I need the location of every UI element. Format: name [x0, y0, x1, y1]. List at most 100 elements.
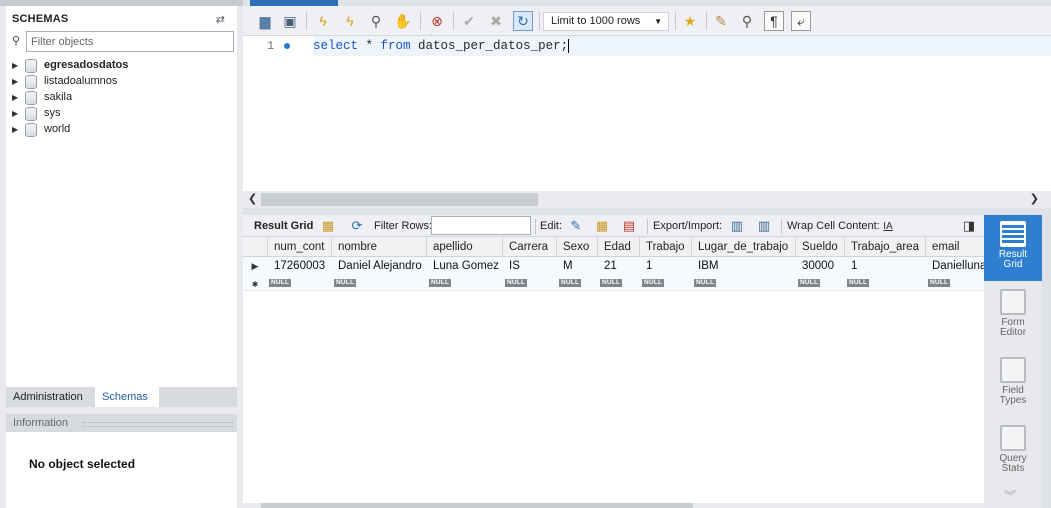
grid-cell[interactable]: 21	[598, 257, 640, 278]
null-badge[interactable]: NULL	[559, 279, 582, 287]
null-badge[interactable]: NULL	[429, 279, 452, 287]
expand-arrow-icon[interactable]: ▶	[12, 77, 22, 86]
schema-item-egresadosdatos[interactable]: ▶ egresadosdatos	[12, 57, 128, 73]
null-badge[interactable]: NULL	[334, 279, 357, 287]
wrap-lines-icon[interactable]: ⤶	[791, 11, 811, 31]
column-header[interactable]: Edad	[598, 237, 640, 257]
editor-horizontal-scrollbar[interactable]: ❮ ❯	[243, 191, 1051, 208]
import-icon[interactable]: ▥	[755, 217, 773, 235]
expand-arrow-icon[interactable]: ▶	[12, 93, 22, 102]
expand-arrow-icon[interactable]: ▶	[12, 109, 22, 118]
column-header[interactable]: nombre	[332, 237, 427, 257]
filter-rows-input[interactable]	[431, 216, 531, 235]
null-badge[interactable]: NULL	[269, 279, 292, 287]
null-badge[interactable]: NULL	[600, 279, 623, 287]
query-stats-button-label: Query Stats	[999, 453, 1027, 474]
schema-item-listadoalumnos[interactable]: ▶ listadoalumnos	[12, 73, 117, 89]
wrap-cell-icon[interactable]: IA	[879, 217, 897, 235]
rollback-icon[interactable]: ✖	[486, 11, 506, 31]
explain-magnifier-icon[interactable]: ⚲	[366, 11, 386, 31]
scroll-right-icon[interactable]: ❯	[1030, 192, 1039, 205]
export-icon[interactable]: ▥	[728, 217, 746, 235]
refresh-icon[interactable]: ⇄	[216, 13, 225, 26]
add-snippet-star-icon[interactable]: ★	[680, 11, 700, 31]
column-header[interactable]: Trabajo	[640, 237, 692, 257]
code-line[interactable]: select * from datos_per_datos_per;	[313, 36, 1051, 56]
column-header[interactable]: Sueldo	[796, 237, 845, 257]
grid-cell[interactable]: Daniel Alejandro	[332, 257, 427, 278]
open-folder-icon[interactable]: ▆	[255, 11, 275, 31]
grid-cell[interactable]: M	[557, 257, 598, 278]
column-header[interactable]: Trabajo_area	[845, 237, 926, 257]
grid-cell[interactable]: 1	[640, 257, 692, 278]
null-badge[interactable]: NULL	[642, 279, 665, 287]
sql-editor[interactable]: 1 select * from datos_per_datos_per;	[243, 36, 1051, 191]
navigator-tabs: Administration Schemas	[6, 387, 237, 407]
grid-cell[interactable]: 17260003	[268, 257, 332, 278]
query-stats-button[interactable]: Query Stats	[984, 419, 1042, 485]
beautify-broom-icon[interactable]: ✎	[711, 11, 731, 31]
tab-schemas[interactable]: Schemas	[95, 387, 159, 407]
column-header[interactable]: Lugar_de_trabajo	[692, 237, 796, 257]
find-icon[interactable]: ⚲	[737, 11, 757, 31]
result-grid: num_cont nombre apellido Carrera Sexo Ed…	[243, 237, 984, 508]
column-header[interactable]: Carrera	[503, 237, 557, 257]
grid-cell[interactable]: Luna Gomez	[427, 257, 503, 278]
autocommit-icon[interactable]: ↻	[513, 11, 533, 31]
scrollbar-thumb[interactable]	[261, 193, 538, 206]
grid-cell[interactable]: 30000	[796, 257, 845, 278]
field-types-icon	[1000, 357, 1026, 383]
form-editor-button[interactable]: Form Editor	[984, 283, 1042, 349]
schema-item-sakila[interactable]: ▶ sakila	[12, 89, 72, 105]
toggle-panel-icon[interactable]: ◨	[960, 217, 978, 235]
column-header[interactable]: num_cont	[268, 237, 332, 257]
splitter[interactable]	[243, 208, 1051, 215]
grid-cell[interactable]: IS	[503, 257, 557, 278]
grid-horizontal-scrollbar[interactable]	[243, 503, 984, 508]
null-badge[interactable]: NULL	[505, 279, 528, 287]
stop-icon[interactable]: ✋	[393, 11, 413, 31]
current-row-icon: ▶	[251, 261, 259, 271]
database-icon	[24, 59, 38, 73]
invisible-chars-icon[interactable]: ¶	[764, 11, 784, 31]
column-header[interactable]: email	[926, 237, 984, 257]
chevron-down-icon[interactable]: ︾	[1004, 487, 1016, 504]
save-icon[interactable]: ▣	[280, 11, 300, 31]
schemas-title: SCHEMAS	[12, 13, 69, 25]
refresh-icon[interactable]: ⟳	[348, 217, 366, 235]
null-badge[interactable]: NULL	[694, 279, 717, 287]
scroll-left-icon[interactable]: ❮	[248, 192, 257, 205]
grid-cell[interactable]: Daniellunag	[926, 257, 984, 278]
schema-item-world[interactable]: ▶ world	[12, 121, 70, 137]
expand-arrow-icon[interactable]: ▶	[12, 61, 22, 70]
filter-objects-input[interactable]	[26, 31, 234, 52]
null-badge[interactable]: NULL	[928, 279, 951, 287]
schema-item-sys[interactable]: ▶ sys	[12, 105, 61, 121]
null-badge[interactable]: NULL	[847, 279, 870, 287]
execute-lightning-icon[interactable]: ϟ	[313, 11, 333, 31]
new-row[interactable]: ✱ NULL NULL NULL NULL NULL NULL NULL NUL…	[243, 278, 984, 291]
field-types-button[interactable]: Field Types	[984, 351, 1042, 417]
statement-marker-icon	[284, 43, 290, 49]
schema-label: sys	[44, 107, 61, 119]
commit-icon[interactable]: ✔	[459, 11, 479, 31]
scrollbar-thumb[interactable]	[261, 503, 693, 508]
result-grid-icon	[1000, 221, 1026, 247]
grid-cell[interactable]: IBM	[692, 257, 796, 278]
column-header[interactable]: apellido	[427, 237, 503, 257]
grid-cell[interactable]: 1	[845, 257, 926, 278]
column-header[interactable]: Sexo	[557, 237, 598, 257]
information-title: Information	[13, 417, 69, 429]
delete-row-icon[interactable]: ▤	[620, 217, 638, 235]
result-grid-button[interactable]: Result Grid	[984, 215, 1042, 281]
toggle-error-icon[interactable]: ⊗	[427, 11, 447, 31]
expand-arrow-icon[interactable]: ▶	[12, 125, 22, 134]
grid-layout-icon[interactable]: ▦	[319, 217, 337, 235]
null-badge[interactable]: NULL	[798, 279, 821, 287]
insert-row-icon[interactable]: ▦	[593, 217, 611, 235]
limit-rows-select[interactable]: Limit to 1000 rows ▼	[543, 12, 669, 31]
execute-current-icon[interactable]: ϟ	[340, 11, 360, 31]
table-row[interactable]: ▶ 17260003 Daniel Alejandro Luna Gomez I…	[243, 257, 984, 278]
edit-row-icon[interactable]: ✎	[567, 217, 585, 235]
tab-administration[interactable]: Administration	[6, 387, 95, 407]
